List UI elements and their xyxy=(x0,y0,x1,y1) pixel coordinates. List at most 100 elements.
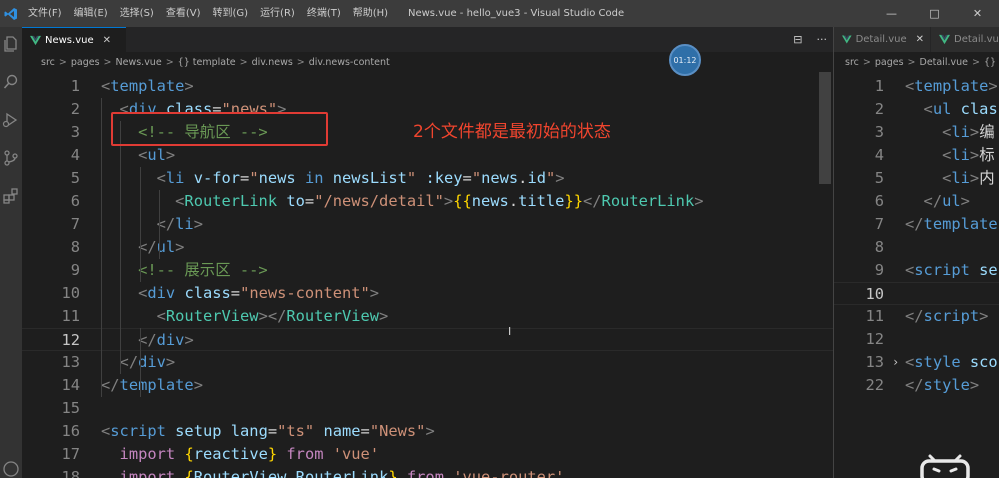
menu-item[interactable]: 选择(S) xyxy=(114,0,160,27)
breadcrumb-item[interactable]: {} template xyxy=(178,57,236,68)
code-line[interactable]: 7 </template xyxy=(834,213,999,236)
code-token: > xyxy=(184,77,194,95)
code-editor[interactable]: 1<template>2 <ul class3 <li>编4 <li>标5 <l… xyxy=(834,75,999,478)
code-token: > xyxy=(555,169,565,187)
breadcrumb-item[interactable]: div.news xyxy=(252,57,293,68)
code-token: = xyxy=(267,422,278,440)
code-line[interactable]: 1 <template> xyxy=(834,75,999,98)
code-line[interactable]: 4 <ul> xyxy=(22,144,833,167)
code-token: ul xyxy=(147,146,166,164)
code-line[interactable]: 12 </div> xyxy=(22,328,833,351)
code-line[interactable]: 6 </ul> xyxy=(834,190,999,213)
code-token: > xyxy=(193,215,203,233)
code-line[interactable]: 16 <script setup lang="ts" name="News"> xyxy=(22,420,833,443)
menu-item[interactable]: 终端(T) xyxy=(301,0,347,27)
tab-detail-vue-2[interactable]: Detail.vue xyxy=(931,27,999,52)
breadcrumb-item[interactable]: pages xyxy=(71,57,100,68)
line-number: 6 xyxy=(70,192,80,210)
explorer-icon[interactable] xyxy=(2,35,20,53)
code-line[interactable]: 7 </li> xyxy=(22,213,833,236)
tab-detail-vue[interactable]: Detail.vue ✕ xyxy=(834,27,930,52)
code-token: > xyxy=(175,238,185,256)
menu-item[interactable]: 查看(V) xyxy=(160,0,207,27)
breadcrumb-item[interactable]: src xyxy=(41,57,55,68)
code-line[interactable]: 13 </div> xyxy=(22,351,833,374)
vertical-scrollbar[interactable] xyxy=(819,72,831,184)
code-line[interactable]: 3 <li>编 xyxy=(834,121,999,144)
code-token: { xyxy=(184,445,194,463)
code-line[interactable]: 11 </script> xyxy=(834,305,999,328)
code-token: </ xyxy=(905,307,924,325)
code-token: div xyxy=(156,331,185,349)
breadcrumb-separator: > xyxy=(103,56,112,68)
breadcrumb-item[interactable]: pages xyxy=(875,57,904,68)
menu-item[interactable]: 转到(G) xyxy=(207,0,255,27)
code-line[interactable]: 9 <!-- 展示区 --> xyxy=(22,259,833,282)
line-number: 1 xyxy=(70,77,80,95)
account-icon[interactable] xyxy=(2,460,20,478)
code-token: 'vue' xyxy=(323,445,380,463)
code-line[interactable]: 22 </style> xyxy=(834,374,999,397)
breadcrumb-item[interactable]: div.news-content xyxy=(309,57,390,68)
code-text: </template xyxy=(905,213,998,236)
run-debug-icon[interactable] xyxy=(2,111,20,129)
code-line[interactable]: 6 <RouterLink to="/news/detail">{{news.t… xyxy=(22,190,833,213)
source-control-icon[interactable] xyxy=(2,149,20,167)
code-line[interactable]: 8 xyxy=(834,236,999,259)
code-token: " xyxy=(546,169,556,187)
menu-item[interactable]: 运行(R) xyxy=(254,0,301,27)
code-line[interactable]: 17 import {reactive} from 'vue' xyxy=(22,443,833,466)
minimize-button[interactable]: — xyxy=(870,0,913,27)
maximize-button[interactable]: □ xyxy=(913,0,956,27)
code-token: import xyxy=(119,445,176,463)
code-text: </li> xyxy=(101,213,203,236)
code-text: </div> xyxy=(101,329,194,352)
code-token: > xyxy=(969,123,980,141)
breadcrumb-item[interactable]: src xyxy=(845,57,859,68)
fold-chevron-icon[interactable]: › xyxy=(892,351,899,374)
code-line[interactable]: 13 › <style sco xyxy=(834,351,999,374)
code-line[interactable]: 8 </ul> xyxy=(22,236,833,259)
close-tab-icon[interactable]: ✕ xyxy=(916,34,924,45)
code-line[interactable]: 12 xyxy=(834,328,999,351)
code-line[interactable]: 9 <script se xyxy=(834,259,999,282)
code-token: title xyxy=(518,192,565,210)
more-actions-icon[interactable]: ··· xyxy=(817,33,828,46)
indent-guide xyxy=(140,167,141,282)
code-token: name xyxy=(314,422,361,440)
breadcrumb-item[interactable]: News.vue xyxy=(116,57,162,68)
code-text: <RouterLink to="/news/detail">{{news.tit… xyxy=(101,190,703,213)
code-text: <li>编 xyxy=(905,121,995,144)
code-line[interactable]: 1 <template> xyxy=(22,75,833,98)
code-line[interactable]: 5 <li v-for="news in newsList" :key="new… xyxy=(22,167,833,190)
code-line[interactable]: 18 import {RouterView,RouterLink} from '… xyxy=(22,466,833,478)
code-line[interactable]: 10 <div class="news-content"> xyxy=(22,282,833,305)
menu-item[interactable]: 编辑(E) xyxy=(68,0,114,27)
search-icon[interactable] xyxy=(2,73,20,91)
code-token: to xyxy=(277,192,305,210)
code-token: " xyxy=(249,169,259,187)
recording-timer-badge: 01:12 xyxy=(669,44,701,76)
menu-item[interactable]: 文件(F) xyxy=(22,0,68,27)
code-line[interactable]: 4 <li>标 xyxy=(834,144,999,167)
extensions-icon[interactable] xyxy=(2,187,20,205)
code-line[interactable]: 11 <RouterView></RouterView> xyxy=(22,305,833,328)
split-editor-icon[interactable]: ⊟ xyxy=(793,33,802,46)
code-line[interactable]: 15 xyxy=(22,397,833,420)
code-text: <template> xyxy=(101,75,194,98)
code-line[interactable]: 2 <ul class xyxy=(834,98,999,121)
code-line[interactable]: 10 xyxy=(834,282,999,305)
code-line[interactable]: 5 <li>内 xyxy=(834,167,999,190)
code-token: from xyxy=(397,468,444,478)
code-line[interactable]: 14 </template> xyxy=(22,374,833,397)
code-text: <style sco xyxy=(905,351,998,374)
menu-item[interactable]: 帮助(H) xyxy=(347,0,394,27)
breadcrumb-item[interactable]: Detail.vue xyxy=(920,57,969,68)
line-number: 3 xyxy=(70,123,80,141)
close-tab-icon[interactable]: ✕ xyxy=(103,35,111,46)
close-window-button[interactable]: ✕ xyxy=(956,0,999,27)
tab-news-vue[interactable]: News.vue ✕ xyxy=(22,27,126,52)
breadcrumb-item[interactable]: {} xyxy=(984,57,996,68)
